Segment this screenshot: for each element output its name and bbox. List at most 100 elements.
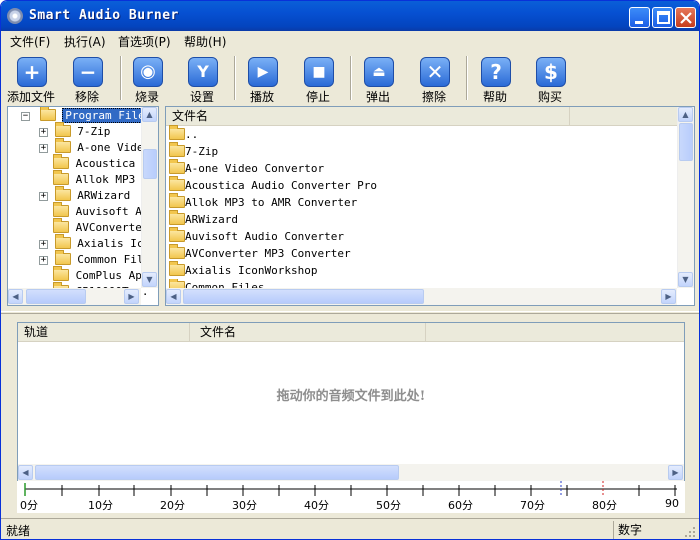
menu-file[interactable]: 文件(F) [10, 33, 50, 50]
folder-icon [54, 234, 71, 249]
file-name: A-one Video Convertor [185, 162, 325, 175]
scroll-thumb[interactable] [35, 465, 399, 480]
stop-button[interactable]: ■ 停止 [294, 55, 342, 104]
timeline-label: 0分 [20, 499, 38, 512]
tree-item-label: A-one Video [77, 141, 151, 154]
scroll-left-icon[interactable]: ◀ [8, 289, 23, 304]
burn-label: 烧录 [134, 90, 159, 104]
file-row[interactable]: Axialis IconWorkshop [169, 261, 317, 279]
scroll-right-icon[interactable]: ▶ [124, 289, 139, 304]
erase-button[interactable]: ✕ 擦除 [410, 55, 458, 104]
tree-vscrollbar[interactable]: ▲ ▼ [141, 107, 158, 288]
close-button[interactable] [675, 7, 696, 28]
tree-root[interactable]: − Program Files [21, 107, 155, 124]
file-list[interactable]: 文件名 .. 7-Zip A-one Video Convertor Acous… [165, 106, 695, 306]
file-row[interactable]: Acoustica Audio Converter Pro [169, 176, 377, 194]
file-row[interactable]: Auvisoft Audio Converter [169, 227, 344, 245]
scroll-thumb[interactable] [26, 289, 86, 304]
folder-icon [169, 125, 185, 140]
file-row[interactable]: AVConverter MP3 Converter [169, 244, 351, 262]
scroll-thumb[interactable] [679, 123, 693, 161]
menu-help[interactable]: 帮助(H) [184, 33, 226, 50]
title-bar[interactable]: Smart Audio Burner [1, 1, 699, 31]
play-button[interactable]: ▶ 播放 [238, 55, 286, 104]
close-icon [680, 12, 692, 24]
tree-item[interactable]: Auvisoft Au [53, 202, 148, 220]
scroll-left-icon[interactable]: ◀ [166, 289, 181, 304]
timeline-label: 50分 [376, 499, 401, 512]
scroll-right-icon[interactable]: ▶ [661, 289, 676, 304]
help-button[interactable]: ? 帮助 [471, 55, 519, 104]
timeline-ticks [24, 481, 677, 497]
tree-item[interactable]: ComPlus App [53, 266, 149, 284]
folder-tree[interactable]: − Program Files + 7-Zip + A-one Video Ac… [7, 106, 159, 306]
add-files-button[interactable]: + 添加文件 [7, 55, 55, 104]
column-filename[interactable]: 文件名 [166, 107, 570, 125]
file-row[interactable]: ARWizard [169, 210, 238, 228]
file-row[interactable]: A-one Video Convertor [169, 159, 325, 177]
file-list-hscrollbar[interactable]: ◀ ▶ [166, 288, 677, 305]
erase-label: 擦除 [421, 90, 446, 104]
tree-item-label: 7-Zip [77, 125, 111, 138]
timeline-label: 40分 [304, 499, 329, 512]
minimize-icon [635, 21, 643, 24]
question-icon: ? [481, 57, 511, 87]
stop-icon: ■ [304, 57, 334, 87]
collapse-icon[interactable]: − [21, 112, 30, 121]
expand-icon[interactable]: + [39, 144, 48, 153]
expand-icon[interactable]: + [39, 240, 48, 249]
file-row[interactable]: Allok MP3 to AMR Converter [169, 193, 358, 211]
folder-icon [169, 142, 185, 157]
remove-label: 移除 [74, 90, 99, 104]
tree-hscrollbar[interactable]: ◀ ▶ [8, 288, 141, 305]
scroll-down-icon[interactable]: ▼ [678, 272, 693, 287]
track-list[interactable]: 轨道 文件名 拖动你的音频文件到此处! ◀ ▶ [17, 322, 685, 482]
tree-item[interactable]: Allok MP3 t [53, 170, 148, 188]
tree-item-label: ComPlus App [75, 269, 149, 282]
scroll-thumb[interactable] [183, 289, 424, 304]
column-filename[interactable]: 文件名 [190, 323, 426, 341]
minimize-button[interactable] [629, 7, 650, 28]
settings-button[interactable]: Y 设置 [178, 55, 226, 104]
maximize-button[interactable] [652, 7, 673, 28]
scroll-down-icon[interactable]: ▼ [142, 272, 157, 287]
eject-icon: ⏏ [364, 57, 394, 87]
expand-icon[interactable]: + [39, 128, 48, 137]
column-track[interactable]: 轨道 [18, 323, 190, 341]
expand-icon[interactable]: + [39, 256, 48, 265]
remove-button[interactable]: − 移除 [63, 55, 111, 104]
resize-grip-icon[interactable] [685, 527, 697, 539]
file-list-vscrollbar[interactable]: ▲ ▼ [677, 107, 694, 288]
folder-icon [169, 261, 185, 276]
buy-button[interactable]: $ 购买 [526, 55, 574, 104]
folder-icon [53, 154, 69, 169]
scroll-thumb[interactable] [143, 149, 157, 179]
scroll-up-icon[interactable]: ▲ [678, 107, 693, 122]
timeline-label: 10分 [88, 499, 113, 512]
scroll-right-icon[interactable]: ▶ [668, 465, 683, 480]
folder-icon [169, 227, 185, 242]
scroll-left-icon[interactable]: ◀ [18, 465, 33, 480]
menu-execute[interactable]: 执行(A) [64, 33, 106, 50]
file-list-header: 文件名 [166, 107, 679, 126]
file-row[interactable]: 7-Zip [169, 142, 218, 160]
burn-button[interactable]: ◉ 烧录 [123, 55, 171, 104]
buy-label: 购买 [537, 90, 562, 104]
eject-button[interactable]: ⏏ 弹出 [354, 55, 402, 104]
folder-icon [169, 210, 185, 225]
file-name: Allok MP3 to AMR Converter [185, 196, 358, 209]
tree-item[interactable]: Acoustica A [53, 154, 148, 172]
file-row[interactable]: .. [169, 125, 199, 143]
tree-item[interactable]: AVConverter [53, 218, 149, 236]
file-name: Auvisoft Audio Converter [185, 230, 344, 243]
track-list-hscrollbar[interactable]: ◀ ▶ [18, 464, 684, 481]
tree-item[interactable]: + 7-Zip [39, 122, 111, 140]
menu-preferences[interactable]: 首选项(P) [118, 33, 171, 50]
expand-icon[interactable]: + [39, 192, 48, 201]
splitter[interactable] [1, 311, 699, 314]
folder-icon [39, 107, 56, 121]
file-name: .. [185, 128, 199, 141]
folder-icon [169, 176, 185, 191]
scroll-up-icon[interactable]: ▲ [142, 107, 157, 122]
tree-item-label: AVConverter [75, 221, 149, 234]
